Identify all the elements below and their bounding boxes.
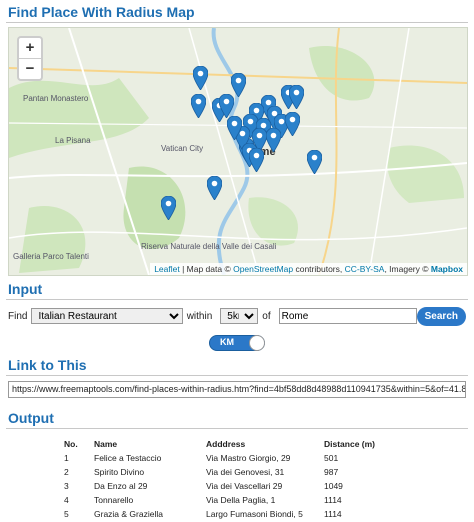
table-row: 2 Spirito Divino Via dei Genovesi, 31 98… bbox=[60, 466, 398, 480]
table-row: 4 Tonnarello Via Della Paglia, 1 1114 bbox=[60, 494, 398, 508]
distance-select[interactable]: 5km bbox=[220, 308, 259, 324]
map-marker-pin-icon[interactable] bbox=[266, 128, 281, 152]
table-row: 5 Grazia & Graziella Largo Fumasoni Bion… bbox=[60, 508, 398, 522]
cell-name: Felice a Testaccio bbox=[94, 453, 162, 463]
cell-name: Tonnarello bbox=[94, 495, 134, 505]
cell-distance: 1114 bbox=[324, 509, 342, 519]
cell-address: Largo Fumasoni Biondi, 5 bbox=[206, 509, 303, 519]
place-type-select[interactable]: Italian Restaurant bbox=[31, 308, 183, 324]
map-marker-pin-icon[interactable] bbox=[227, 116, 242, 140]
column-header-name: Name bbox=[94, 439, 118, 449]
divider bbox=[6, 22, 468, 23]
cell-address: Via dei Genovesi, 31 bbox=[206, 467, 285, 477]
attrib-sep: | Map data © bbox=[179, 264, 234, 274]
share-link-field[interactable]: https://www.freemaptools.com/find-places… bbox=[8, 381, 466, 398]
license-link[interactable]: CC-BY-SA bbox=[345, 264, 385, 274]
map-marker-pin-icon[interactable] bbox=[191, 94, 206, 118]
map-marker-pin-icon[interactable] bbox=[285, 112, 300, 136]
column-header-distance: Distance (m) bbox=[324, 439, 376, 449]
mapbox-link[interactable]: Mapbox bbox=[431, 264, 463, 274]
osm-link[interactable]: OpenStreetMap bbox=[233, 264, 293, 274]
cell-name: Da Enzo al 29 bbox=[94, 481, 148, 491]
table-header-row: No. Name Adddress Distance (m) bbox=[60, 439, 398, 452]
cell-no: 4 bbox=[64, 495, 69, 505]
unit-toggle[interactable]: KM bbox=[209, 335, 265, 351]
map-marker-pin-icon[interactable] bbox=[307, 150, 322, 174]
attrib-contrib: contributors, bbox=[293, 264, 345, 274]
map-attribution: Leaflet | Map data © OpenStreetMap contr… bbox=[150, 263, 467, 275]
find-label: Find bbox=[8, 310, 28, 322]
unit-toggle-wrap: KM bbox=[0, 327, 474, 355]
input-heading: Input bbox=[8, 281, 43, 297]
table-row: 1 Felice a Testaccio Via Mastro Giorgio,… bbox=[60, 452, 398, 466]
link-heading: Link to This bbox=[8, 357, 87, 373]
cell-no: 5 bbox=[64, 509, 69, 519]
map-view[interactable]: Rome Vatican City Pantan Monastero La Pi… bbox=[8, 27, 468, 276]
cell-no: 1 bbox=[64, 453, 69, 463]
cell-address: Via Della Paglia, 1 bbox=[206, 495, 276, 505]
cell-no: 2 bbox=[64, 467, 69, 477]
map-label-galleria: Galleria Parco Talenti bbox=[13, 252, 89, 261]
column-header-no: No. bbox=[64, 439, 78, 449]
cell-address: Via Mastro Giorgio, 29 bbox=[206, 453, 291, 463]
map-label-riserva: Riserva Naturale della Valle dei Casali bbox=[141, 242, 277, 251]
map-tiles bbox=[9, 28, 467, 275]
toggle-knob bbox=[249, 335, 265, 351]
zoom-control: + − bbox=[17, 36, 43, 81]
cell-address: Via dei Vascellari 29 bbox=[206, 481, 283, 491]
cell-name: Spirito Divino bbox=[94, 467, 145, 477]
map-marker-pin-icon[interactable] bbox=[249, 148, 264, 172]
search-button[interactable]: Search bbox=[416, 306, 466, 326]
page-title: Find Place With Radius Map bbox=[8, 4, 195, 20]
zoom-out-button[interactable]: − bbox=[19, 58, 41, 79]
output-heading: Output bbox=[8, 410, 54, 426]
within-label: within bbox=[186, 310, 213, 322]
map-marker-pin-icon[interactable] bbox=[207, 176, 222, 200]
results-table: No. Name Adddress Distance (m) 1 Felice … bbox=[60, 439, 398, 522]
map-marker-pin-icon[interactable] bbox=[161, 196, 176, 220]
map-label-pantan: Pantan Monastero bbox=[23, 94, 89, 103]
zoom-in-button[interactable]: + bbox=[19, 38, 41, 58]
attrib-imagery: , Imagery © bbox=[384, 264, 431, 274]
unit-toggle-label: KM bbox=[220, 337, 234, 347]
table-row: 3 Da Enzo al 29 Via dei Vascellari 29 10… bbox=[60, 480, 398, 494]
map-marker-pin-icon[interactable] bbox=[289, 85, 304, 109]
leaflet-link[interactable]: Leaflet bbox=[154, 264, 180, 274]
cell-distance: 501 bbox=[324, 453, 339, 463]
cell-distance: 1049 bbox=[324, 481, 343, 491]
divider bbox=[6, 428, 468, 429]
map-label-pisana: La Pisana bbox=[55, 136, 91, 145]
map-marker-pin-icon[interactable] bbox=[193, 66, 208, 90]
cell-name: Grazia & Graziella bbox=[94, 509, 163, 519]
cell-no: 3 bbox=[64, 481, 69, 491]
cell-distance: 1114 bbox=[324, 495, 342, 505]
column-header-address: Adddress bbox=[206, 439, 246, 449]
cell-distance: 987 bbox=[324, 467, 339, 477]
map-label-vatican: Vatican City bbox=[161, 144, 204, 153]
of-label: of bbox=[262, 310, 271, 322]
divider bbox=[6, 375, 468, 376]
input-row: Find Italian Restaurant within 5km of Se… bbox=[0, 300, 474, 327]
location-input[interactable] bbox=[278, 308, 417, 324]
map-marker-pin-icon[interactable] bbox=[219, 94, 234, 118]
